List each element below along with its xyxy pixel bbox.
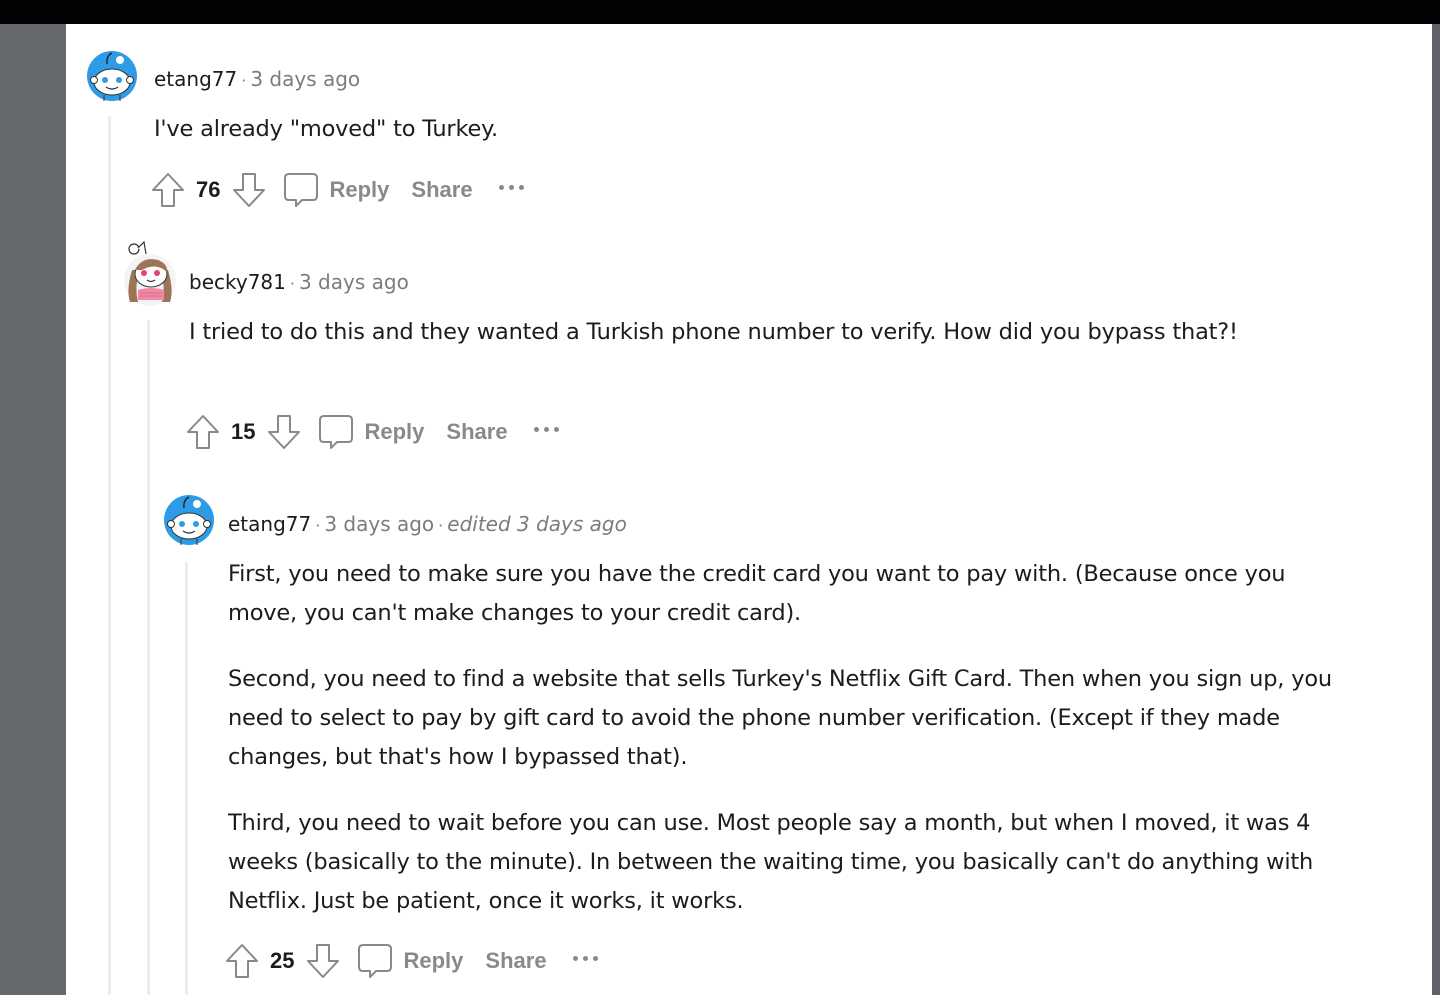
vote-score: 25 bbox=[270, 948, 295, 973]
username[interactable]: etang77 bbox=[154, 67, 237, 91]
comment-actions: 25 Reply Share bbox=[224, 941, 598, 981]
reply-label: Reply bbox=[364, 419, 425, 444]
left-gutter bbox=[0, 24, 66, 995]
timestamp[interactable]: 3 days ago bbox=[299, 270, 409, 294]
snoo-avatar-blue-icon bbox=[164, 495, 214, 545]
share-button[interactable]: Share bbox=[485, 948, 546, 974]
comment-actions: 15 Reply Share bbox=[185, 412, 559, 452]
comment-paragraph: Second, you need to find a website that … bbox=[228, 666, 1332, 770]
more-options-button[interactable] bbox=[533, 422, 559, 442]
thread-line-level-3[interactable] bbox=[185, 562, 188, 995]
comment-thread: etang77 · 3 days ago I've already "moved" … bbox=[66, 24, 1432, 995]
comment-bubble-icon bbox=[319, 415, 354, 449]
username[interactable]: etang77 bbox=[228, 512, 311, 536]
comment-paragraph: First, you need to make sure you have th… bbox=[228, 561, 1286, 626]
comment-bubble-icon bbox=[358, 944, 393, 978]
thread-line-level-1[interactable] bbox=[108, 116, 111, 995]
reply-label: Reply bbox=[329, 177, 390, 202]
comment-paragraph: Third, you need to wait before you can u… bbox=[228, 810, 1314, 914]
more-dot bbox=[518, 184, 524, 190]
comment-paragraph: I tried to do this and they wanted a Tur… bbox=[189, 319, 1238, 345]
thread-line-level-2[interactable] bbox=[147, 320, 150, 995]
more-dot bbox=[543, 426, 549, 432]
comment-meta: etang77 · 3 days ago bbox=[154, 66, 360, 94]
comment-body: First, you need to make sure you have th… bbox=[228, 555, 1348, 921]
timestamp[interactable]: 3 days ago bbox=[250, 67, 360, 91]
avatar[interactable] bbox=[122, 240, 178, 308]
reply-button[interactable]: Reply bbox=[283, 171, 389, 209]
top-bar bbox=[0, 0, 1440, 24]
meta-separator: · bbox=[438, 516, 444, 535]
scrollbar[interactable] bbox=[1432, 24, 1440, 995]
upvote-arrow-icon bbox=[187, 415, 219, 449]
upvote-button[interactable] bbox=[224, 942, 260, 980]
vote-score: 76 bbox=[196, 177, 221, 202]
edited-label: edited 3 days ago bbox=[447, 512, 627, 536]
more-options-icon bbox=[572, 955, 578, 961]
comment-body: I tried to do this and they wanted a Tur… bbox=[189, 313, 1274, 352]
comment-bubble-icon bbox=[284, 173, 319, 207]
snoo-avatar-blue-icon bbox=[87, 51, 137, 101]
reply-label: Reply bbox=[403, 948, 464, 973]
avatar[interactable] bbox=[163, 494, 215, 546]
downvote-button[interactable] bbox=[231, 171, 267, 209]
downvote-arrow-icon bbox=[307, 944, 340, 978]
snoo-avatar-girl-icon bbox=[124, 240, 176, 306]
downvote-button[interactable] bbox=[266, 413, 302, 451]
downvote-button[interactable] bbox=[305, 942, 341, 980]
upvote-button[interactable] bbox=[185, 413, 221, 451]
meta-separator: · bbox=[315, 516, 321, 535]
downvote-arrow-icon bbox=[233, 173, 266, 207]
upvote-button[interactable] bbox=[150, 171, 186, 209]
comment-meta: etang77 · 3 days ago · edited 3 days ago bbox=[228, 511, 627, 539]
more-dot bbox=[592, 955, 598, 961]
comment-body: I've already "moved" to Turkey. bbox=[154, 110, 1274, 149]
meta-separator: · bbox=[289, 274, 295, 293]
more-dot bbox=[508, 184, 514, 190]
more-options-button[interactable] bbox=[572, 951, 598, 971]
comment-meta: becky781 · 3 days ago bbox=[189, 269, 409, 297]
comment-paragraph: I've already "moved" to Turkey. bbox=[154, 116, 498, 142]
timestamp[interactable]: 3 days ago bbox=[324, 512, 434, 536]
username[interactable]: becky781 bbox=[189, 270, 286, 294]
reply-button[interactable]: Reply bbox=[318, 413, 424, 451]
share-button[interactable]: Share bbox=[411, 177, 472, 203]
upvote-arrow-icon bbox=[226, 944, 258, 978]
downvote-arrow-icon bbox=[268, 415, 301, 449]
vote-score: 15 bbox=[231, 419, 256, 444]
more-dot bbox=[553, 426, 559, 432]
comment-actions: 76 Reply Share bbox=[150, 170, 524, 210]
meta-separator: · bbox=[241, 71, 247, 90]
reply-button[interactable]: Reply bbox=[357, 942, 463, 980]
more-dot bbox=[582, 955, 588, 961]
avatar[interactable] bbox=[86, 50, 138, 102]
more-options-icon bbox=[498, 184, 504, 190]
share-button[interactable]: Share bbox=[446, 419, 507, 445]
more-options-icon bbox=[533, 426, 539, 432]
upvote-arrow-icon bbox=[152, 173, 184, 207]
more-options-button[interactable] bbox=[498, 180, 524, 200]
